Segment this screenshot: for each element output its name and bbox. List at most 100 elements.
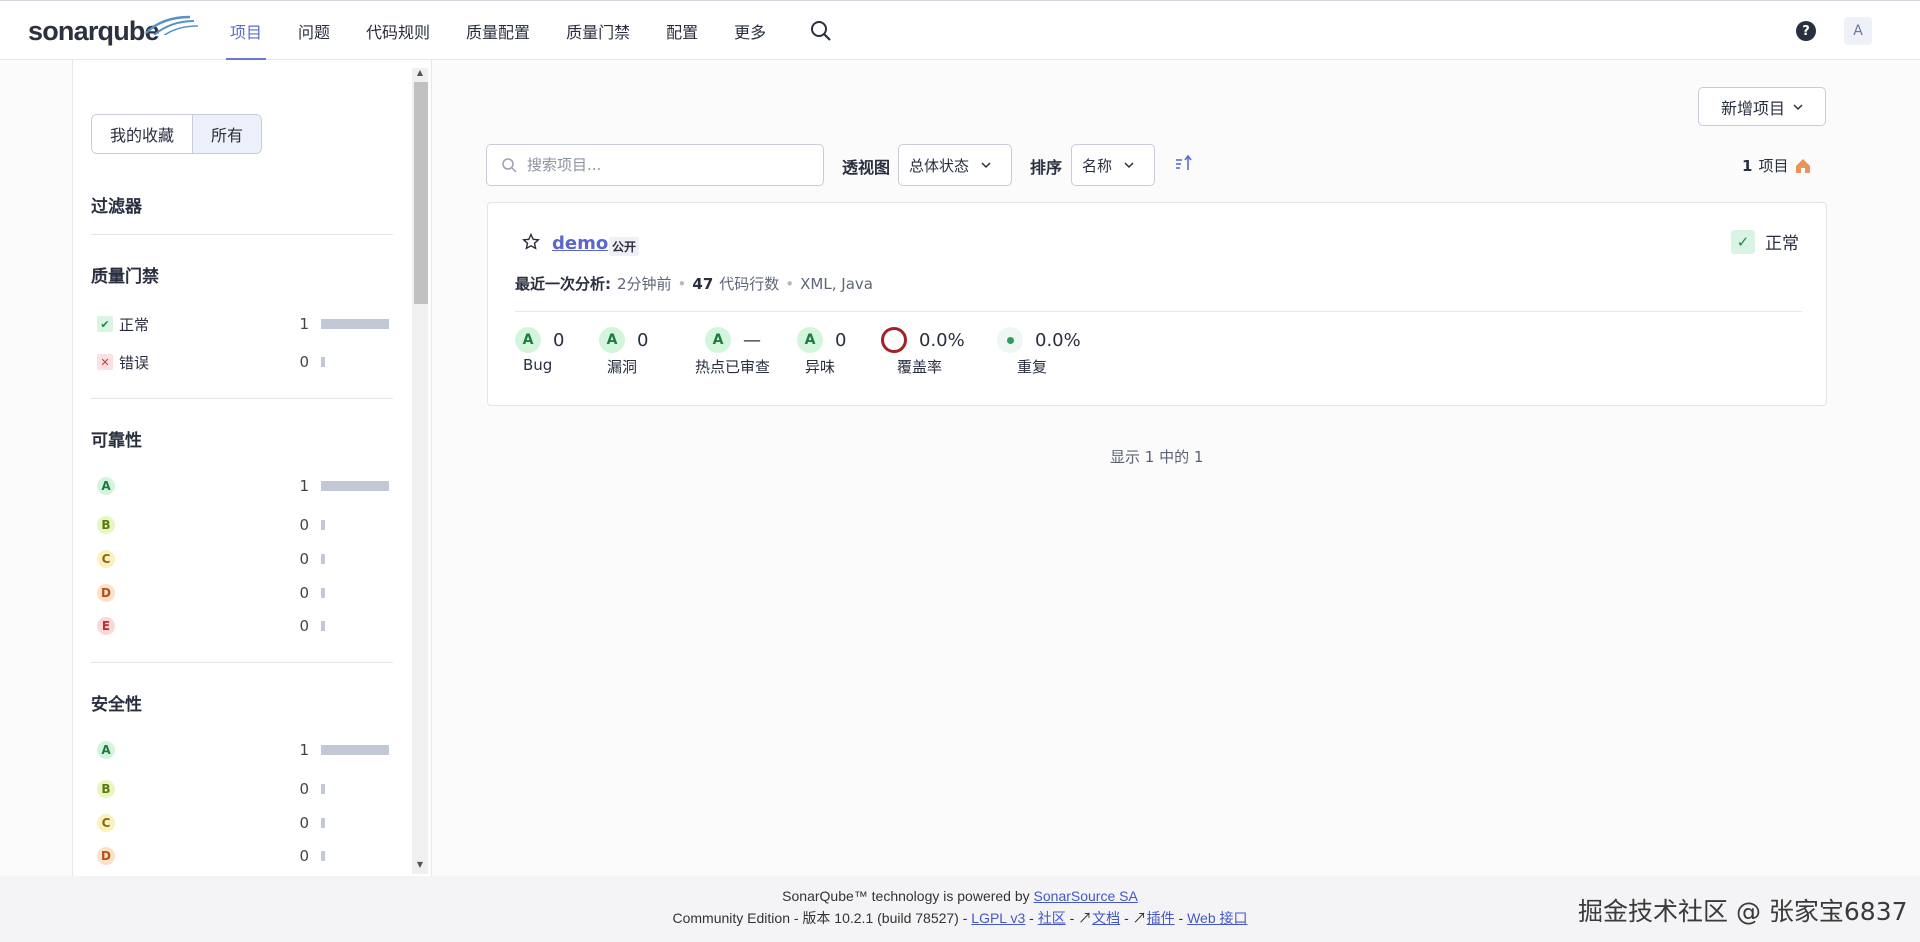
last-analysis-label: 最近一次分析:	[515, 275, 611, 293]
filter-reliability-b[interactable]: B 0	[97, 514, 393, 536]
logo-wave-icon	[145, 15, 199, 35]
cross-icon: ✕	[97, 354, 113, 370]
project-search-input[interactable]	[527, 156, 807, 174]
metric-hotspots-reviewed[interactable]: A — 热点已审查	[695, 327, 770, 377]
nav-quality-profiles[interactable]: 质量配置	[448, 1, 548, 61]
filter-label: 错误	[119, 353, 150, 372]
home-icon[interactable]	[1794, 157, 1812, 175]
quality-gate-status: ✓ 正常	[1731, 229, 1799, 254]
loc-label: 代码行数	[719, 275, 780, 293]
metric-duplications[interactable]: 0.0% 重复	[997, 327, 1081, 377]
security-filter-title: 安全性	[91, 695, 142, 715]
grade-badge: E	[97, 617, 115, 635]
filter-security-d[interactable]: D 0	[97, 845, 393, 867]
filter-reliability-a[interactable]: A 1	[97, 475, 393, 497]
nav-quality-gates[interactable]: 质量门禁	[548, 1, 648, 61]
project-card: demo 公开 ✓ 正常 最近一次分析: 2分钟前 • 47 代码行数 • XM…	[487, 202, 1827, 406]
nav-issues[interactable]: 问题	[280, 1, 348, 61]
loc-value: 47	[692, 274, 714, 293]
metric-code-smells[interactable]: A0 异味	[797, 327, 846, 377]
filter-security-a[interactable]: A 1	[97, 739, 393, 761]
license-link[interactable]: LGPL v3	[971, 910, 1025, 926]
quality-gate-filter-title: 质量门禁	[91, 267, 159, 287]
metric-coverage[interactable]: 0.0% 覆盖率	[881, 327, 965, 377]
metric-value: 0	[553, 329, 565, 351]
filter-count: 1	[299, 477, 309, 495]
grade-badge: A	[97, 477, 115, 495]
metric-bugs[interactable]: A0 Bug	[515, 327, 564, 374]
search-icon[interactable]	[808, 18, 834, 44]
sonarqube-logo[interactable]: sonarqube	[28, 13, 199, 47]
nav-projects[interactable]: 项目	[212, 1, 280, 61]
grade-badge: A	[515, 327, 541, 353]
project-search-box	[486, 144, 824, 186]
filter-count: 0	[299, 550, 309, 568]
grade-badge: D	[97, 847, 115, 865]
duplication-dot-icon	[997, 327, 1023, 353]
search-icon	[502, 158, 517, 173]
filter-bar	[321, 554, 325, 564]
filter-bar	[321, 784, 325, 794]
author-signature: 掘金技术社区 @ 张家宝6837	[1578, 897, 1908, 926]
separator-dot: •	[785, 274, 795, 293]
metric-label: 漏洞	[607, 358, 638, 376]
grade-badge: C	[97, 550, 115, 568]
filter-reliability-d[interactable]: D 0	[97, 582, 393, 604]
filter-count: 0	[299, 617, 309, 635]
web-api-link[interactable]: Web 接口	[1187, 910, 1247, 926]
scroll-down-arrow-icon[interactable]: ▼	[414, 860, 426, 869]
grade-badge: B	[97, 516, 115, 534]
top-navigation-bar: sonarqube 项目 问题 代码规则 质量配置 质量门禁 配置 更多 ? A	[0, 0, 1920, 61]
sort-label: 排序	[1030, 158, 1063, 177]
perspective-select[interactable]: 总体状态	[898, 144, 1012, 186]
perspective-value: 总体状态	[909, 156, 970, 175]
filter-count: 0	[299, 516, 309, 534]
nav-administration[interactable]: 配置	[648, 1, 716, 61]
favorites-all-toggle: 我的收藏 所有	[91, 114, 263, 154]
all-toggle-button[interactable]: 所有	[192, 115, 262, 153]
grade-badge: C	[97, 814, 115, 832]
filter-reliability-e[interactable]: E 0	[97, 615, 393, 637]
filter-bar	[321, 745, 389, 755]
filter-security-c[interactable]: C 0	[97, 812, 393, 834]
new-project-button[interactable]: 新增项目	[1698, 87, 1826, 126]
filter-label: 正常	[119, 315, 150, 334]
favorite-star-icon[interactable]	[522, 233, 540, 251]
help-icon[interactable]: ?	[1796, 21, 1816, 41]
metric-label: Bug	[523, 356, 553, 374]
languages: XML, Java	[800, 274, 873, 293]
separator: -	[1124, 910, 1133, 926]
sonarsource-link[interactable]: SonarSource SA	[1034, 888, 1138, 904]
project-name-link[interactable]: demo	[552, 233, 608, 254]
plugins-link[interactable]: 插件	[1147, 910, 1175, 926]
nav-more[interactable]: 更多	[716, 1, 784, 61]
metric-vulnerabilities[interactable]: A0 漏洞	[599, 327, 648, 377]
separator: -	[1029, 910, 1038, 926]
divider	[91, 398, 393, 399]
user-avatar[interactable]: A	[1844, 17, 1872, 45]
divider	[515, 311, 1802, 312]
sort-direction-icon[interactable]	[1174, 154, 1194, 172]
filter-quality-gate-passed[interactable]: ✔ 正常 1	[97, 313, 393, 335]
favorites-toggle-button[interactable]: 我的收藏	[92, 115, 193, 153]
separator-dot: •	[677, 274, 687, 293]
grade-badge: A	[599, 327, 625, 353]
sidebar-scrollbar-thumb[interactable]	[414, 82, 428, 304]
community-link[interactable]: 社区	[1038, 910, 1066, 926]
filter-count: 1	[299, 741, 309, 759]
filter-bar	[321, 621, 325, 631]
filter-bar	[321, 818, 325, 828]
project-count-unit: 项目	[1758, 157, 1789, 175]
divider	[91, 234, 393, 235]
filter-reliability-c[interactable]: C 0	[97, 548, 393, 570]
docs-link[interactable]: 文档	[1092, 910, 1120, 926]
metric-value: 0	[637, 329, 649, 351]
filter-quality-gate-failed[interactable]: ✕ 错误 0	[97, 351, 393, 373]
filter-security-b[interactable]: B 0	[97, 778, 393, 800]
scroll-up-arrow-icon[interactable]: ▲	[414, 68, 426, 77]
filter-count: 0	[299, 847, 309, 865]
sort-select[interactable]: 名称	[1071, 144, 1155, 186]
filter-bar	[321, 588, 325, 598]
nav-rules[interactable]: 代码规则	[348, 1, 448, 61]
sort-value: 名称	[1082, 156, 1113, 175]
